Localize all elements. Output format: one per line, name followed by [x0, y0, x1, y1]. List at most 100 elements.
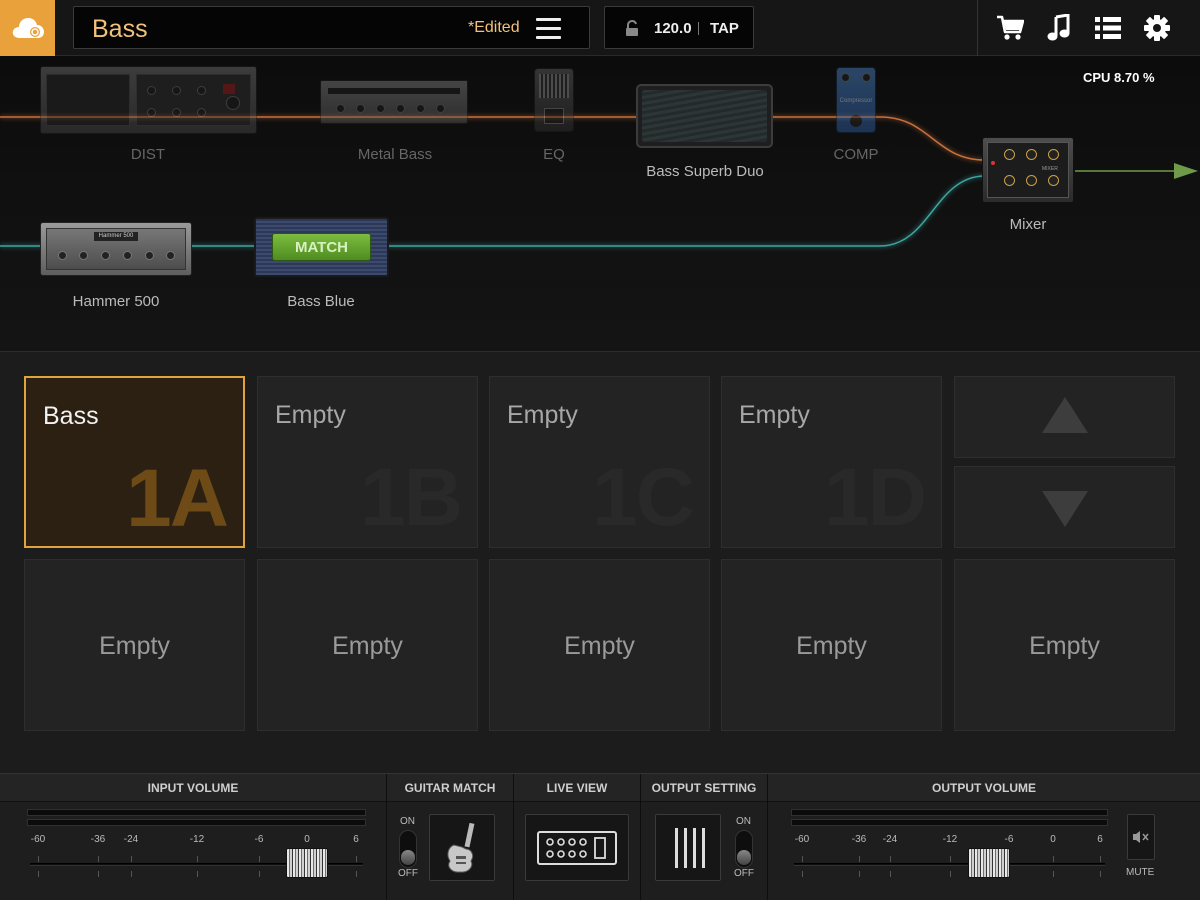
output-volume-section: OUTPUT VOLUME -60 -36 -24 -12 -6 0 6 MUT… [768, 774, 1200, 900]
preset-slot-name: Empty [739, 401, 810, 429]
output-volume-fader[interactable] [968, 848, 1010, 878]
edited-indicator: *Edited [468, 19, 520, 36]
scale-label: -24 [123, 834, 139, 845]
preset-slot-2-3[interactable]: Empty [489, 559, 710, 731]
mute-label: MUTE [1126, 867, 1155, 878]
preset-slot-empty-label: Empty [99, 632, 170, 660]
preset-slot-1b[interactable]: Empty 1B [257, 376, 478, 548]
input-volume-title: INPUT VOLUME [0, 774, 386, 802]
module-label-dist: DIST [130, 146, 166, 163]
guitar-match-on-label: ON [400, 816, 415, 827]
mute-button[interactable] [1127, 814, 1155, 860]
top-bar: Bass *Edited 120.0 TAP [0, 0, 1200, 56]
output-setting-toggle[interactable] [735, 830, 753, 868]
bank-up-button[interactable] [954, 376, 1175, 458]
preset-slot-name: Bass [43, 402, 99, 430]
output-setting-button[interactable] [655, 814, 721, 881]
preset-slot-empty-label: Empty [1029, 632, 1100, 660]
guitar-match-toggle[interactable] [399, 830, 417, 868]
output-setting-section: OUTPUT SETTING ON OFF [641, 774, 768, 900]
live-view-section: LIVE VIEW [514, 774, 641, 900]
input-volume-section: INPUT VOLUME -60 -36 -24 -12 -6 0 6 [0, 774, 387, 900]
lock-icon[interactable] [625, 20, 639, 37]
module-label-comp: COMP [833, 146, 879, 163]
guitar-match-button[interactable] [429, 814, 495, 881]
comp-faceplate: Compressor [839, 98, 873, 104]
tempo-divider [698, 22, 699, 35]
scale-label: -36 [90, 834, 106, 845]
cart-icon[interactable] [994, 12, 1026, 44]
output-setting-title: OUTPUT SETTING [641, 774, 767, 802]
scale-label: -36 [851, 834, 867, 845]
preset-title-bar[interactable]: Bass *Edited [73, 6, 590, 49]
module-bass-blue[interactable]: MATCH [254, 217, 389, 277]
output-level-meter-left [791, 809, 1108, 816]
guitar-match-title: GUITAR MATCH [387, 774, 513, 802]
module-comp[interactable]: Compressor [836, 67, 876, 133]
scale-label: -6 [1004, 834, 1014, 845]
preset-slot-2-1[interactable]: Empty [24, 559, 245, 731]
bank-down-button[interactable] [954, 466, 1175, 548]
input-volume-fader[interactable] [286, 848, 328, 878]
preset-slot-id: 1D [824, 452, 927, 543]
tempo-value[interactable]: 120.0 [654, 20, 692, 37]
footswitch-icon [537, 830, 617, 865]
guitar-match-section: GUITAR MATCH ON OFF [387, 774, 514, 900]
module-label-bass-blue: Bass Blue [287, 293, 355, 310]
mixer-faceplate: MIXER [1042, 166, 1058, 172]
preset-slot-1a[interactable]: Bass 1A [24, 376, 245, 548]
signal-chain: CPU 8.70 % DIST Metal Bass EQ Bass Super… [0, 56, 1200, 352]
preset-slot-id: 1C [592, 452, 695, 543]
tap-tempo-button[interactable]: TAP [710, 20, 739, 37]
output-volume-title: OUTPUT VOLUME [768, 774, 1200, 802]
output-setting-on-label: ON [736, 816, 751, 827]
module-hammer-500[interactable]: Hammer 500 [40, 222, 192, 276]
scale-label: 0 [304, 834, 310, 845]
match-badge[interactable]: MATCH [272, 239, 371, 256]
module-mixer[interactable]: MIXER [982, 137, 1074, 203]
live-view-button[interactable] [525, 814, 629, 881]
scale-label: -60 [30, 834, 46, 845]
live-view-title: LIVE VIEW [514, 774, 640, 802]
preset-slot-empty-label: Empty [796, 632, 867, 660]
preset-slot-1c[interactable]: Empty 1C [489, 376, 710, 548]
preset-slot-name: Empty [275, 401, 346, 429]
preset-slot-empty-label: Empty [564, 632, 635, 660]
module-bass-superb-duo[interactable] [636, 84, 773, 148]
module-dist[interactable] [40, 66, 257, 134]
gear-icon[interactable] [1141, 12, 1173, 44]
preset-slot-id: 1A [126, 453, 229, 544]
preset-slot-empty-label: Empty [332, 632, 403, 660]
scale-label: -6 [254, 834, 264, 845]
module-label-hammer-500: Hammer 500 [72, 293, 160, 310]
list-icon[interactable] [1092, 12, 1124, 44]
tempo-box: 120.0 TAP [604, 6, 754, 49]
preset-slot-1d[interactable]: Empty 1D [721, 376, 942, 548]
preset-slot-2-5[interactable]: Empty [954, 559, 1175, 731]
music-note-icon[interactable] [1043, 12, 1075, 44]
module-label-eq: EQ [543, 146, 565, 163]
output-bars-icon [675, 827, 705, 868]
menu-icon[interactable] [536, 13, 570, 43]
scale-label: 0 [1050, 834, 1056, 845]
preset-slot-id: 1B [360, 452, 463, 543]
preset-slot-2-2[interactable]: Empty [257, 559, 478, 731]
scale-label: 6 [353, 834, 359, 845]
preset-slot-2-4[interactable]: Empty [721, 559, 942, 731]
speaker-mute-icon [1133, 831, 1149, 843]
preset-grid: Bass 1A Empty 1B Empty 1C Empty 1D Empty… [0, 353, 1200, 773]
output-setting-off-label: OFF [734, 868, 754, 879]
output-volume-track [794, 863, 1105, 866]
cpu-usage: CPU 8.70 % [1083, 70, 1155, 85]
input-level-meter-left [27, 809, 366, 816]
module-metal-bass[interactable] [320, 80, 468, 124]
module-label-mixer: Mixer [1009, 216, 1047, 233]
preset-name: Bass [92, 15, 148, 43]
arrow-down-icon [1042, 491, 1088, 527]
module-label-metal-bass: Metal Bass [357, 146, 433, 163]
guitar-icon [447, 822, 475, 873]
bottom-panel: INPUT VOLUME -60 -36 -24 -12 -6 0 6 GUIT… [0, 773, 1200, 900]
cloud-button[interactable] [0, 0, 55, 56]
module-eq[interactable] [534, 68, 574, 132]
arrow-up-icon [1042, 397, 1088, 433]
